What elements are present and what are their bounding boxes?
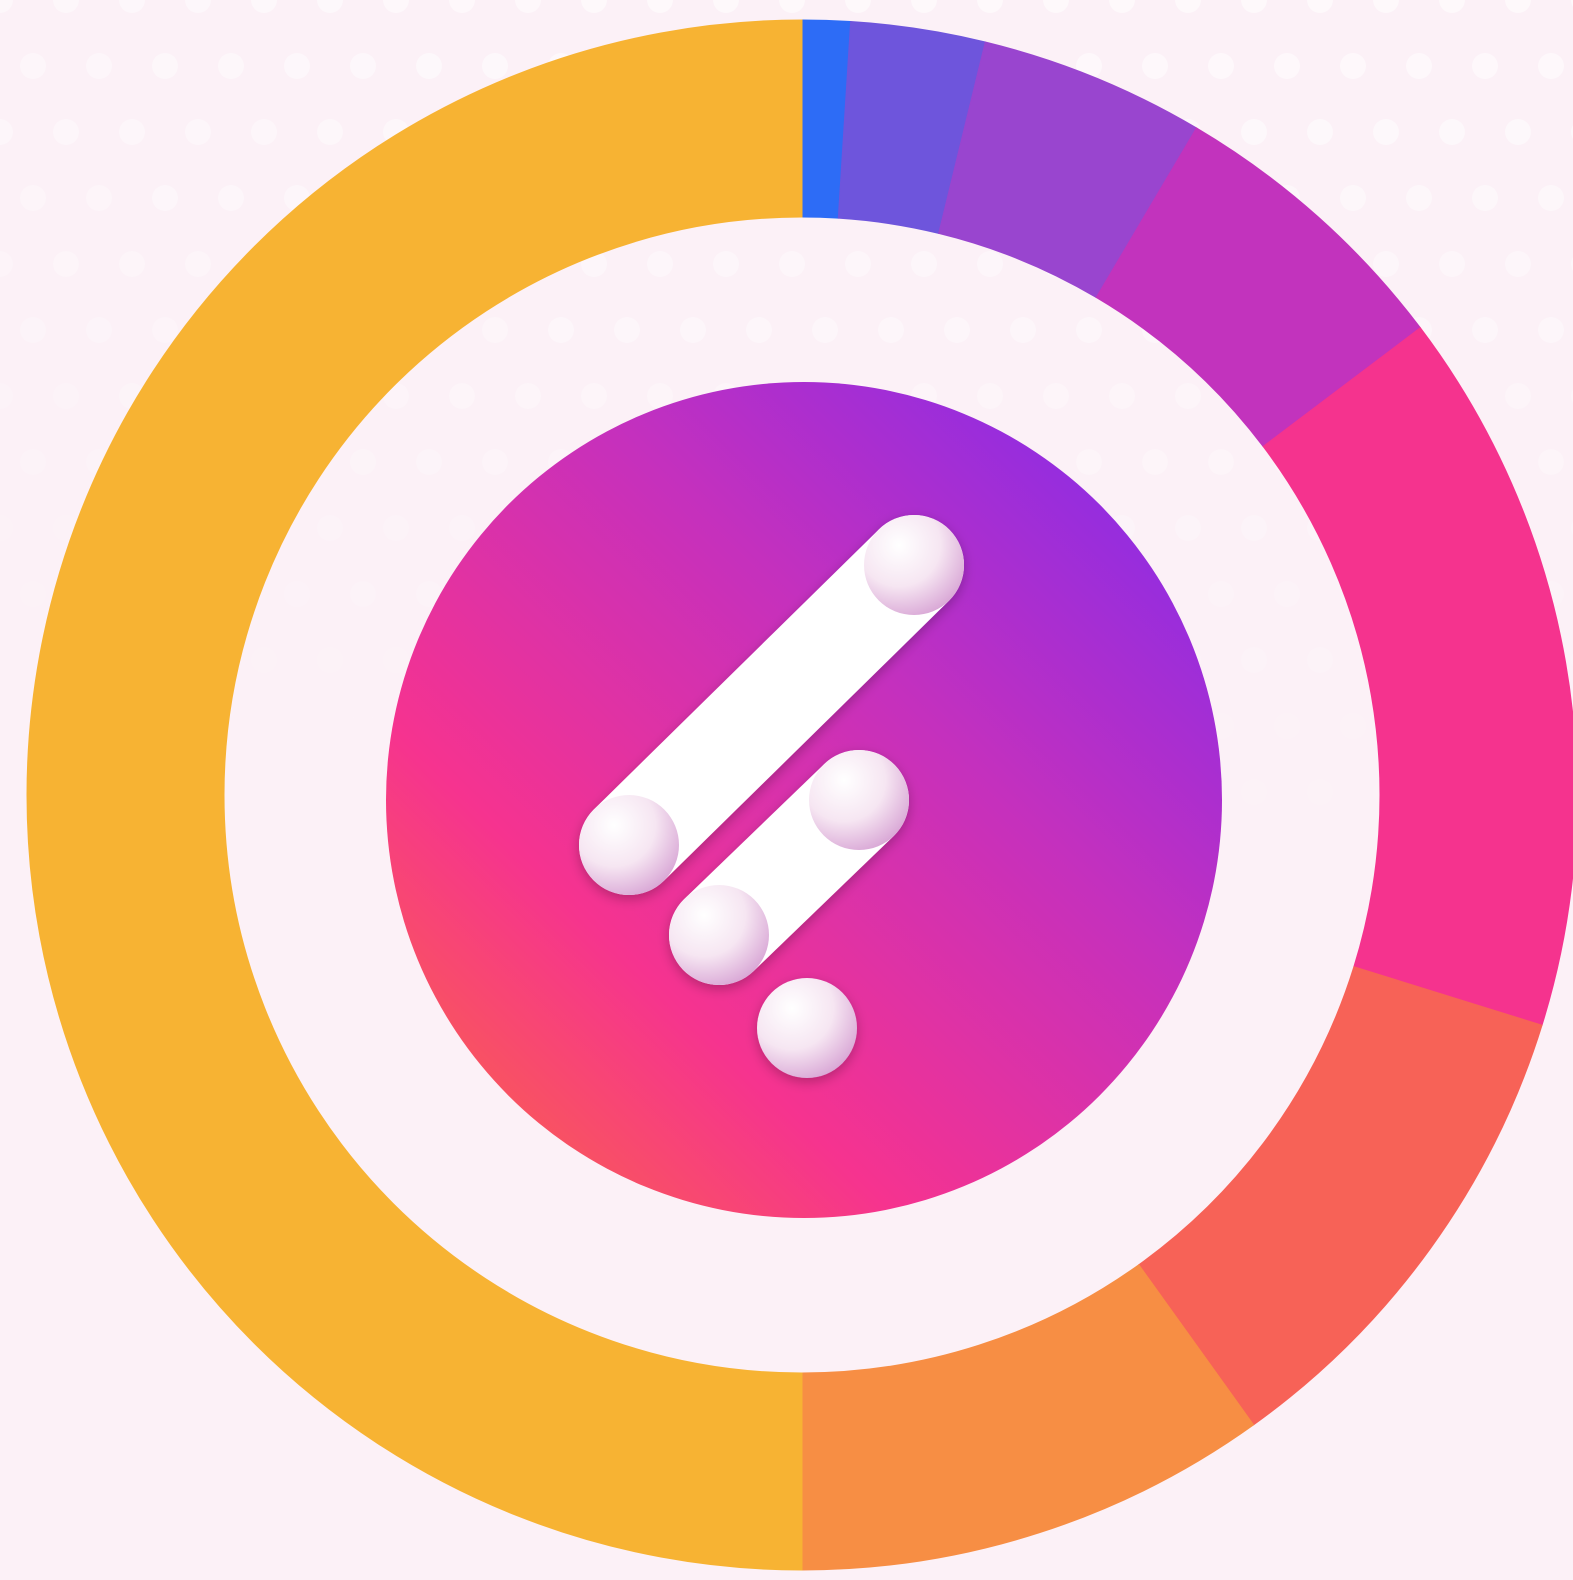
donut-slice-5 xyxy=(1262,327,1573,1026)
logo-dot xyxy=(757,978,857,1078)
app-logo-icon xyxy=(386,382,1222,1218)
